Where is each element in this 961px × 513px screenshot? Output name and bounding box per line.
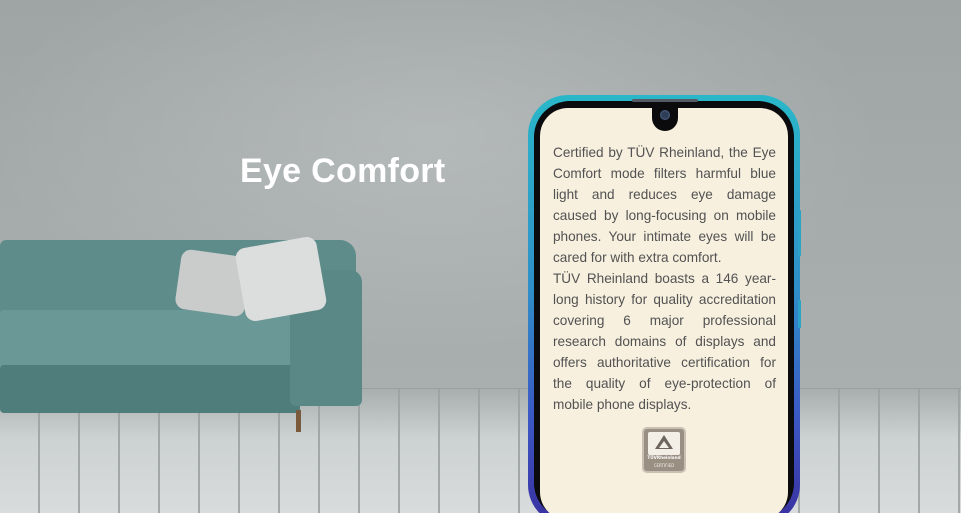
pillow bbox=[234, 235, 328, 323]
volume-button bbox=[798, 210, 801, 256]
badge-triangle-inner bbox=[659, 441, 669, 448]
sofa-leg bbox=[296, 410, 301, 432]
description-paragraph-2: TÜV Rheinland boasts a 146 year-long his… bbox=[553, 271, 776, 412]
hero-banner: Eye Comfort Certified by TÜV Rheinland, … bbox=[0, 0, 961, 513]
badge-label: CERTIFIED bbox=[653, 463, 675, 468]
badge-brand: TÜVRheinland bbox=[647, 455, 681, 460]
tuv-certified-badge-icon: TÜVRheinland CERTIFIED bbox=[642, 427, 686, 473]
sofa-base bbox=[0, 365, 300, 413]
description-paragraph-1: Certified by TÜV Rheinland, the Eye Comf… bbox=[553, 145, 776, 265]
headline: Eye Comfort bbox=[240, 152, 446, 190]
description-text: Certified by TÜV Rheinland, the Eye Comf… bbox=[553, 142, 776, 415]
earpiece-speaker bbox=[632, 99, 698, 102]
power-button bbox=[798, 300, 801, 328]
front-camera-icon bbox=[660, 110, 670, 120]
